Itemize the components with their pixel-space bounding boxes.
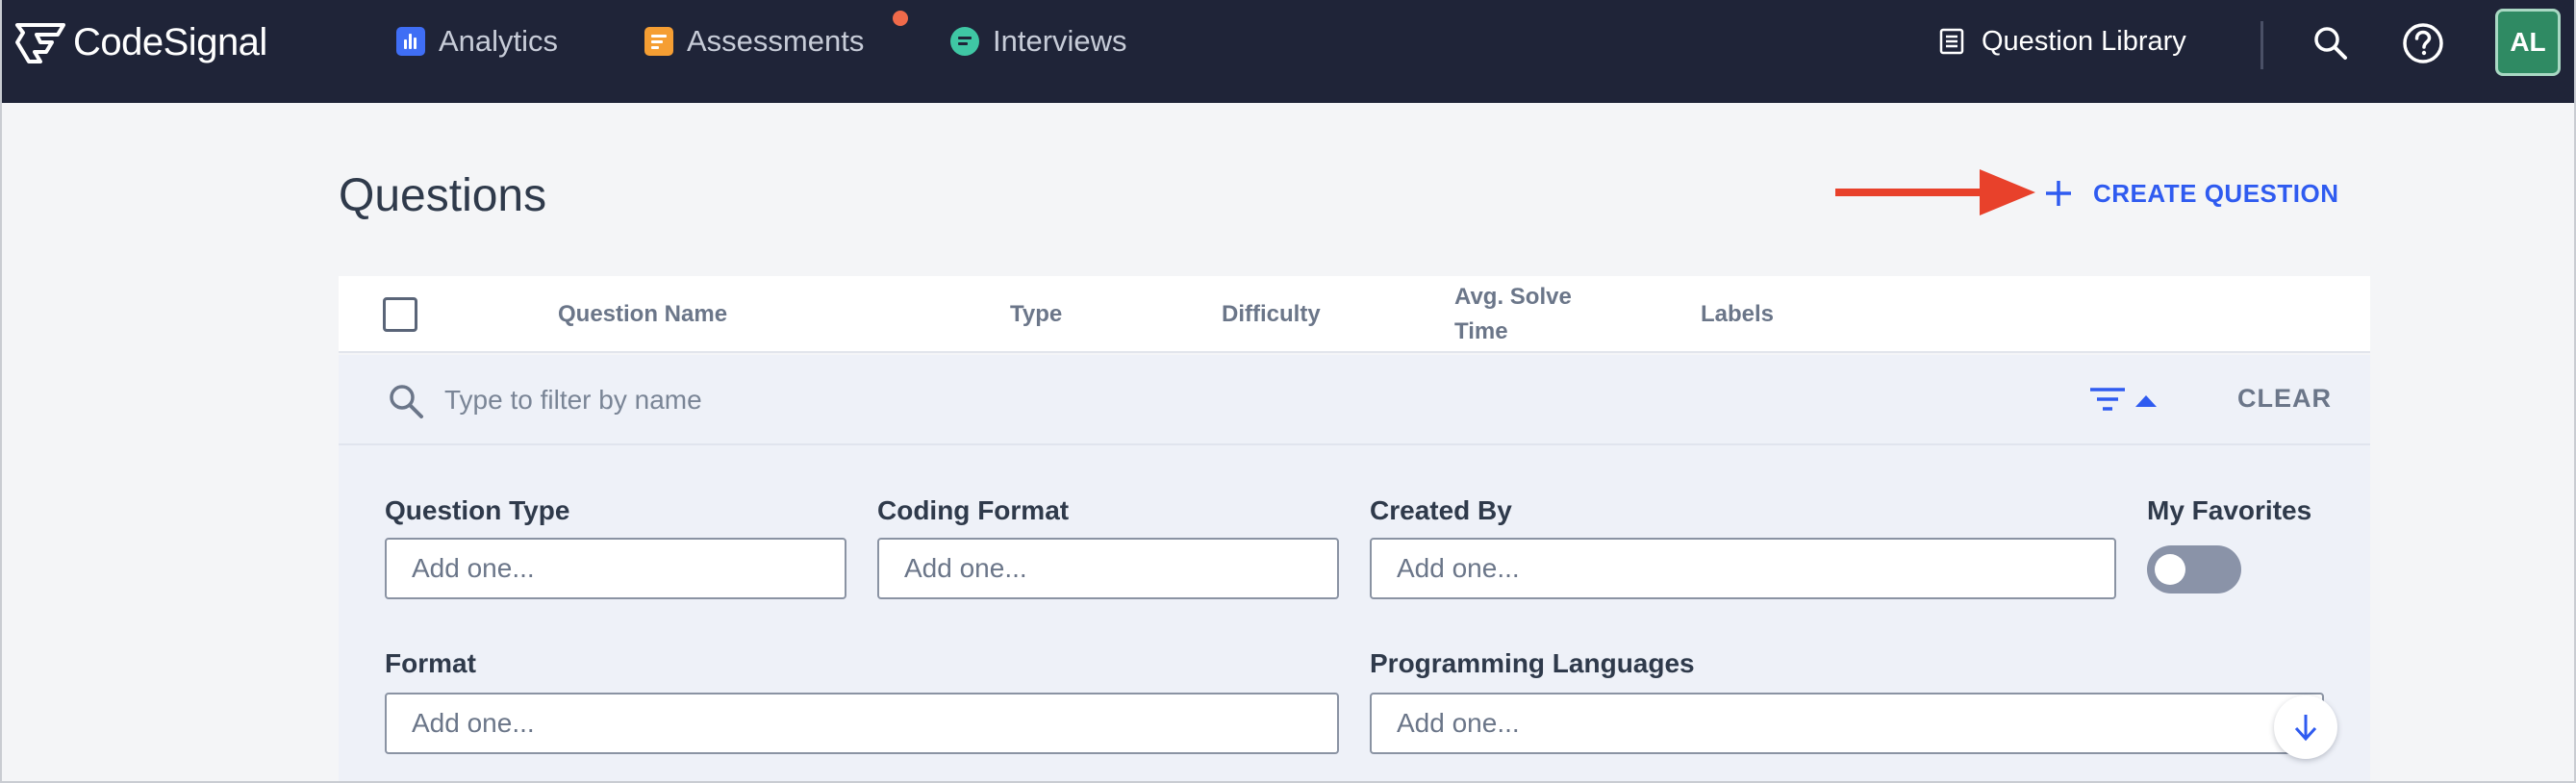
codesignal-logo-icon: [15, 23, 65, 63]
question-library-icon: [1939, 28, 1964, 55]
question-type-input[interactable]: [385, 538, 846, 599]
interviews-icon: [950, 27, 979, 56]
assessments-notification-dot: [893, 11, 908, 26]
column-difficulty[interactable]: Difficulty: [1222, 297, 1321, 332]
assessments-icon: [644, 27, 673, 56]
nav-assessments[interactable]: Assessments: [644, 21, 864, 62]
programming-languages-input[interactable]: [1370, 693, 2324, 754]
select-all-checkbox[interactable]: [383, 297, 417, 332]
column-avg-solve-time-line2: Time: [1454, 318, 1508, 344]
annotation-arrow-icon: [1835, 169, 2035, 215]
name-filter-bar: CLEAR: [339, 355, 2370, 445]
help-button[interactable]: [2401, 21, 2445, 65]
coding-format-input[interactable]: [877, 538, 1339, 599]
page-title: Questions: [339, 170, 547, 221]
nav-assessments-label: Assessments: [687, 24, 865, 58]
clear-filters-button[interactable]: CLEAR: [2237, 384, 2332, 414]
column-avg-solve-time[interactable]: Avg. Solve Time: [1454, 280, 1572, 349]
toggle-knob: [2155, 554, 2185, 585]
filter-search-icon: [390, 385, 423, 418]
column-question-name[interactable]: Question Name: [558, 297, 727, 332]
filter-lines-icon: [2090, 388, 2125, 411]
create-question-button[interactable]: CREATE QUESTION: [2043, 171, 2338, 215]
column-labels[interactable]: Labels: [1701, 297, 1774, 332]
column-type[interactable]: Type: [1010, 297, 1062, 332]
codesignal-logo[interactable]: CodeSignal: [13, 15, 267, 69]
search-icon: [2314, 27, 2347, 60]
created-by-input[interactable]: [1370, 538, 2116, 599]
coding-format-label: Coding Format: [877, 495, 1070, 525]
top-navigation-bar: CodeSignal Analytics Assessments Intervi…: [0, 0, 2576, 103]
nav-analytics-label: Analytics: [439, 24, 559, 58]
create-question-label: CREATE QUESTION: [2093, 178, 2339, 208]
format-input[interactable]: [385, 693, 1339, 754]
created-by-label: Created By: [1370, 495, 1512, 525]
question-type-label: Question Type: [385, 495, 570, 525]
avatar-initials: AL: [2510, 27, 2546, 57]
my-favorites-toggle[interactable]: [2147, 545, 2241, 594]
caret-up-icon: [2135, 395, 2157, 407]
analytics-icon: [396, 27, 425, 56]
programming-languages-label: Programming Languages: [1370, 648, 1695, 678]
brand-name: CodeSignal: [73, 20, 267, 63]
nav-divider: [2260, 21, 2263, 69]
plus-icon: [2046, 181, 2071, 206]
nav-question-library[interactable]: Question Library: [1939, 21, 2186, 62]
nav-interviews-label: Interviews: [993, 24, 1127, 58]
scroll-down-button[interactable]: [2274, 695, 2337, 759]
nav-interviews[interactable]: Interviews: [950, 21, 1127, 62]
filters-panel: Question Type Coding Format Created By M…: [339, 445, 2370, 783]
name-filter-input[interactable]: [444, 382, 1406, 418]
nav-analytics[interactable]: Analytics: [396, 21, 558, 62]
arrow-down-icon: [2294, 715, 2317, 742]
question-library-label: Question Library: [1982, 25, 2186, 57]
my-favorites-label: My Favorites: [2147, 495, 2312, 525]
user-avatar[interactable]: AL: [2495, 9, 2561, 76]
format-label: Format: [385, 648, 476, 678]
help-icon: [2403, 23, 2443, 63]
search-button[interactable]: [2309, 21, 2353, 65]
toggle-filters-button[interactable]: [2089, 384, 2166, 417]
column-avg-solve-time-line1: Avg. Solve: [1454, 284, 1572, 310]
questions-table-header: Question Name Type Difficulty Avg. Solve…: [339, 276, 2370, 353]
